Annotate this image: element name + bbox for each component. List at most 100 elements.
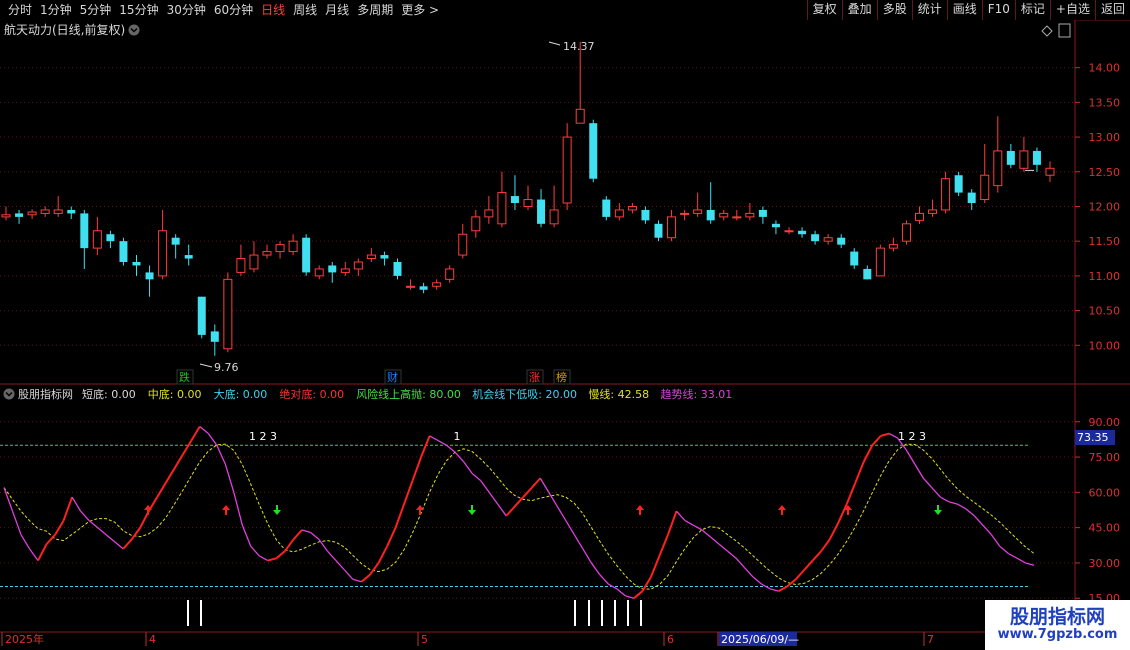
candle-body bbox=[680, 212, 690, 215]
trend-line-segment bbox=[190, 425, 201, 442]
candle-body bbox=[353, 261, 363, 270]
candle-body bbox=[719, 212, 729, 218]
toolbar-button-8[interactable]: 返回 bbox=[1094, 0, 1130, 20]
trend-line-segment bbox=[931, 487, 941, 498]
tab-10[interactable]: 更多 > bbox=[397, 1, 443, 19]
bottom-signal-bar bbox=[187, 600, 189, 626]
candle-body bbox=[798, 230, 807, 235]
trend-line-segment bbox=[675, 510, 686, 522]
time-label: 2025/06/09/— bbox=[721, 633, 799, 646]
trend-line-segment bbox=[310, 531, 320, 540]
bottom-signal-bar bbox=[601, 600, 603, 626]
candle bbox=[223, 272, 233, 353]
candle-body bbox=[484, 209, 494, 218]
tab-9[interactable]: 多周期 bbox=[353, 1, 397, 19]
candle-body bbox=[549, 209, 559, 225]
toolbar-button-1[interactable]: 叠加 bbox=[841, 0, 877, 20]
candle-body bbox=[667, 216, 677, 239]
svg-text:榜: 榜 bbox=[556, 370, 567, 384]
trend-line-segment bbox=[871, 435, 882, 446]
tab-0[interactable]: 分时 bbox=[4, 1, 36, 19]
candle-body bbox=[171, 237, 180, 245]
trend-line-segment bbox=[29, 548, 39, 561]
trend-line-segment bbox=[922, 477, 933, 489]
trend-line-segment bbox=[471, 473, 482, 482]
watermark: 股朋指标网 www.7gpzb.com bbox=[985, 600, 1130, 650]
trend-line-segment bbox=[497, 503, 507, 517]
trend-line-segment bbox=[548, 492, 558, 507]
candle-body bbox=[1006, 150, 1015, 165]
sell-arrow-icon bbox=[468, 505, 476, 515]
trend-line-segment bbox=[275, 550, 286, 560]
indicator-param: 趋势线: 33.01 bbox=[661, 387, 733, 401]
trend-line-segment bbox=[105, 534, 116, 543]
toolbar-button-4[interactable]: 画线 bbox=[946, 0, 982, 20]
candle-body bbox=[888, 244, 898, 249]
period-toolbar: 分时 1分钟 5分钟 15分钟 30分钟 60分钟 日线 周线 月线 多周期 更多 > 复权 叠加 多股… bbox=[0, 0, 1130, 21]
trend-line-segment bbox=[480, 480, 490, 493]
badge-finance[interactable]: 财 bbox=[384, 369, 402, 385]
trend-line-segment bbox=[488, 491, 499, 505]
trend-line-segment bbox=[718, 543, 728, 552]
badge-fall[interactable]: 跌 bbox=[176, 369, 194, 385]
sell-arrow-icon bbox=[273, 505, 281, 515]
tab-1[interactable]: 1分钟 bbox=[36, 1, 76, 19]
trend-line-segment bbox=[556, 506, 567, 521]
toolbar-button-0[interactable]: 复权 bbox=[806, 0, 842, 20]
trend-line-segment bbox=[965, 508, 975, 517]
candle-body bbox=[915, 212, 924, 221]
tab-8[interactable]: 月线 bbox=[321, 1, 353, 19]
buy-arrow-icon bbox=[778, 505, 786, 515]
trend-line-segment bbox=[625, 595, 635, 599]
indicator-tick-label: 75.00 bbox=[1089, 451, 1121, 464]
tab-7[interactable]: 周线 bbox=[289, 1, 321, 19]
trend-line-segment bbox=[940, 496, 950, 503]
candle-body bbox=[654, 223, 663, 238]
toolbar-button-6[interactable]: 标记 bbox=[1014, 0, 1050, 20]
trend-line-segment bbox=[531, 477, 542, 489]
trend-line-segment bbox=[45, 534, 56, 545]
trend-line-segment bbox=[114, 541, 124, 550]
candle-body bbox=[980, 174, 990, 201]
trend-line-segment bbox=[250, 546, 260, 557]
badge-rise[interactable]: 涨 bbox=[526, 369, 544, 385]
trend-line-segment bbox=[888, 432, 899, 439]
tab-4[interactable]: 30分钟 bbox=[163, 1, 210, 19]
title-dropdown-icon[interactable] bbox=[128, 24, 140, 36]
price-tick-label: 13.00 bbox=[1089, 131, 1121, 144]
trend-line-segment bbox=[292, 529, 303, 541]
indicator-lines[interactable] bbox=[3, 425, 1035, 600]
candle-body bbox=[275, 244, 285, 253]
time-axis: 2025年 4 5 6 2025/06/09/— 7 bbox=[1, 632, 934, 646]
indicator-dropdown-icon[interactable] bbox=[3, 388, 15, 400]
trend-line-segment bbox=[241, 525, 252, 547]
watermark-title: 股朋指标网 bbox=[1009, 606, 1105, 628]
toolbar-button-7[interactable]: +自选 bbox=[1049, 0, 1095, 20]
chart-area[interactable]: 14.00 13.50 13.00 12.50 12.00 11.50 11.00 10.50… bbox=[0, 20, 1130, 650]
tab-6[interactable]: 日线 bbox=[257, 1, 289, 19]
candle-body bbox=[145, 272, 154, 280]
candle-body bbox=[132, 262, 141, 266]
trend-line-segment bbox=[207, 433, 218, 446]
candle bbox=[875, 244, 885, 277]
candle bbox=[197, 296, 206, 339]
price-tick-label: 10.00 bbox=[1089, 339, 1121, 352]
toolbar-button-3[interactable]: 统计 bbox=[911, 0, 947, 20]
badge-list[interactable]: 榜 bbox=[553, 369, 571, 385]
trend-line-segment bbox=[335, 560, 345, 571]
tab-2[interactable]: 5分钟 bbox=[76, 1, 116, 19]
trend-line-segment bbox=[360, 573, 371, 583]
bottom-signal-bar bbox=[574, 600, 576, 626]
trend-line-segment bbox=[539, 477, 550, 493]
indicator-name: 股朋指标网 bbox=[18, 387, 73, 401]
buy-arrow-icon bbox=[222, 505, 230, 515]
tab-3[interactable]: 15分钟 bbox=[115, 1, 162, 19]
trend-line-segment bbox=[701, 529, 711, 538]
toolbar-button-5[interactable]: F10 bbox=[981, 0, 1015, 20]
time-label: 2025年 bbox=[5, 632, 44, 646]
tab-5[interactable]: 60分钟 bbox=[210, 1, 257, 19]
trend-line-segment bbox=[820, 538, 831, 552]
toolbar-button-2[interactable]: 多股 bbox=[876, 0, 912, 20]
candle-body bbox=[497, 192, 507, 225]
candle-body bbox=[850, 251, 859, 266]
